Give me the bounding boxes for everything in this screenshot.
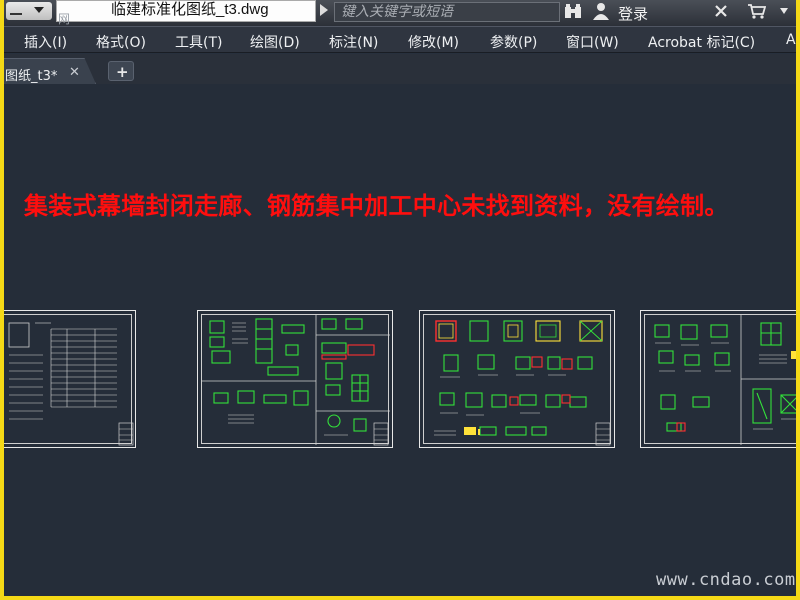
cart-icon[interactable] bbox=[748, 3, 766, 19]
drawing-sheet-1[interactable] bbox=[4, 310, 136, 448]
plus-icon: + bbox=[116, 63, 129, 81]
search-input[interactable]: 键入关键字或短语 bbox=[334, 2, 560, 22]
menu-overflow[interactable]: A bbox=[786, 32, 796, 48]
watermark-text-top: 网 bbox=[58, 12, 71, 26]
quick-access-icon bbox=[10, 5, 22, 15]
app-window: 临建标准化图纸_t3.dwg 网 键入关键字或短语 登录 插入(I) 格式(O)… bbox=[4, 0, 796, 596]
chevron-down-icon[interactable] bbox=[34, 7, 44, 13]
sheet-2-contents bbox=[202, 315, 390, 446]
drawing-sheet-3[interactable] bbox=[419, 310, 615, 448]
menu-insert[interactable]: 插入(I) bbox=[24, 32, 67, 52]
menu-parameters[interactable]: 参数(P) bbox=[490, 32, 537, 52]
sheet-3-contents bbox=[434, 320, 611, 446]
x-icon[interactable] bbox=[714, 4, 728, 18]
sheet-4-contents bbox=[654, 315, 796, 445]
help-dropdown-icon[interactable] bbox=[778, 6, 790, 18]
close-icon[interactable]: ✕ bbox=[69, 65, 80, 80]
menu-draw[interactable]: 绘图(D) bbox=[250, 32, 300, 52]
menu-acrobat-markup[interactable]: Acrobat 标记(C) bbox=[648, 32, 755, 52]
search-expand-icon[interactable] bbox=[320, 4, 328, 16]
add-tab-button[interactable]: + bbox=[108, 61, 134, 81]
binoculars-icon[interactable] bbox=[564, 4, 582, 19]
tab-drawing-t3[interactable]: 图纸_t3* ✕ bbox=[4, 58, 96, 84]
drawing-canvas[interactable]: 集装式幕墙封闭走廊、钢筋集中加工中心未找到资料，没有绘制。 www.cndao.… bbox=[4, 84, 796, 596]
document-tab-bar: 图纸_t3* ✕ + bbox=[4, 54, 796, 84]
tab-label: 图纸_t3* bbox=[5, 69, 58, 84]
sheet-1-contents bbox=[8, 322, 134, 446]
quick-access-button[interactable] bbox=[6, 2, 52, 20]
site-watermark: www.cndao.com bbox=[656, 570, 796, 590]
document-title-text: 临建标准化图纸_t3.dwg bbox=[111, 1, 269, 18]
drawing-sheet-2[interactable] bbox=[197, 310, 393, 448]
missing-data-notice: 集装式幕墙封闭走廊、钢筋集中加工中心未找到资料，没有绘制。 bbox=[24, 192, 729, 220]
drawing-sheet-4[interactable] bbox=[640, 310, 796, 448]
menu-window[interactable]: 窗口(W) bbox=[566, 32, 619, 52]
menu-bar: 插入(I) 格式(O) 工具(T) 绘图(D) 标注(N) 修改(M) 参数(P… bbox=[4, 26, 796, 53]
menu-dimension[interactable]: 标注(N) bbox=[329, 32, 378, 52]
document-title: 临建标准化图纸_t3.dwg bbox=[56, 0, 316, 22]
title-bar: 临建标准化图纸_t3.dwg 网 键入关键字或短语 登录 bbox=[4, 0, 796, 26]
menu-tools[interactable]: 工具(T) bbox=[175, 32, 222, 52]
menu-modify[interactable]: 修改(M) bbox=[408, 32, 459, 52]
user-icon[interactable] bbox=[592, 2, 610, 20]
login-link[interactable]: 登录 bbox=[618, 3, 648, 24]
menu-format[interactable]: 格式(O) bbox=[96, 32, 146, 52]
